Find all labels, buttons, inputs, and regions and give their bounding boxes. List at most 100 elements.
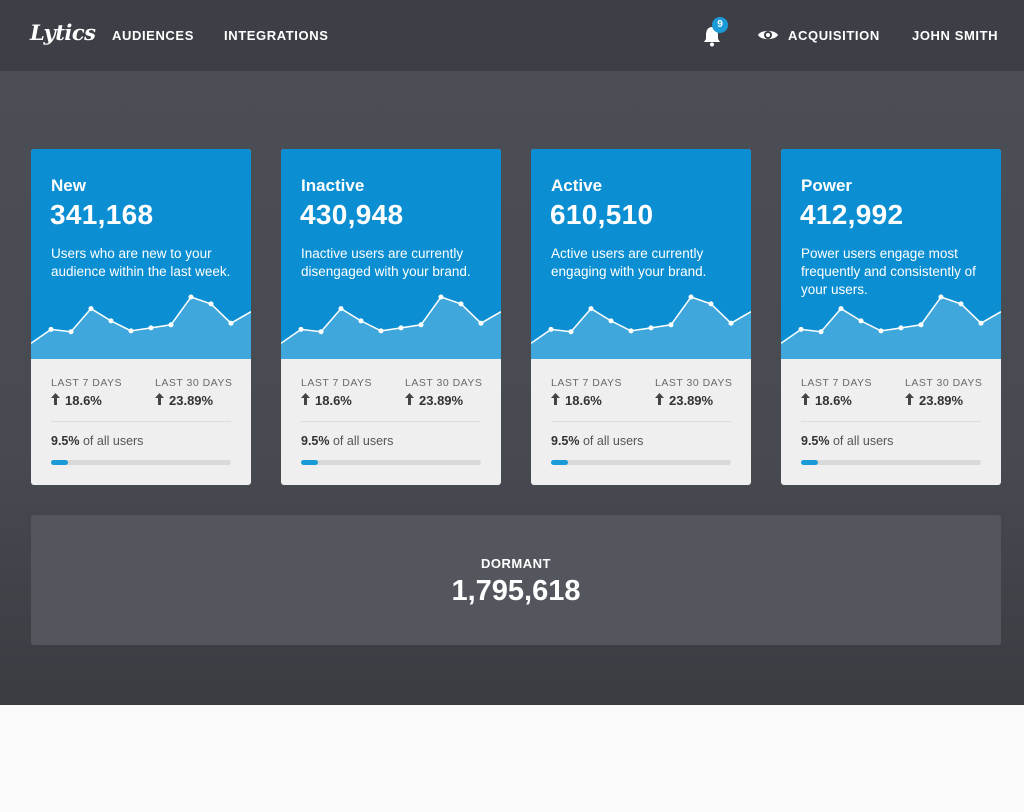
sparkline-point: [938, 294, 944, 300]
segment-name: New: [51, 176, 86, 195]
card-divider: [301, 421, 481, 422]
arrow-up-icon: [551, 393, 560, 405]
nav-integrations[interactable]: INTEGRATIONS: [224, 28, 328, 43]
segment-card-power[interactable]: Power 412,992 Power users engage most fr…: [781, 149, 1001, 485]
share-suffix: of all users: [832, 434, 894, 448]
card-divider: [801, 421, 981, 422]
sparkline-point: [208, 301, 214, 307]
sparkline-chart: [531, 294, 751, 359]
user-menu[interactable]: JOHN SMITH: [912, 28, 998, 43]
sparkline-point: [728, 320, 734, 326]
sparkline-point: [438, 294, 444, 300]
sparkline-point: [298, 326, 304, 332]
arrow-up-icon: [51, 393, 60, 405]
share-suffix: of all users: [82, 434, 144, 448]
share-suffix: of all users: [332, 434, 394, 448]
eye-icon[interactable]: [757, 28, 779, 42]
last-7-days-value: 18.6%: [565, 393, 602, 408]
share-value: 9.5%: [551, 434, 580, 448]
last-7-days-label: LAST 7 DAYS: [301, 377, 373, 389]
sparkline-point: [608, 318, 614, 324]
last-30-days-label: LAST 30 DAYS: [905, 377, 983, 389]
share-of-users: 9.5% of all users: [301, 434, 393, 448]
sparkline-chart: [31, 294, 251, 359]
share-progress-bar: [51, 460, 231, 465]
sparkline-point: [838, 306, 844, 312]
last-7-days-value: 18.6%: [815, 393, 852, 408]
segment-description: Active users are currently engaging with…: [551, 246, 707, 279]
card-header: New 341,168 Users who are new to your au…: [31, 149, 251, 359]
dormant-count: 1,795,618: [451, 575, 581, 607]
arrow-up-icon: [301, 393, 310, 405]
arrow-up-icon: [405, 393, 414, 405]
last-7-days-label: LAST 7 DAYS: [51, 377, 123, 389]
sparkline-point: [48, 326, 54, 332]
segment-name: Active: [551, 176, 603, 195]
sparkline-point: [548, 326, 554, 332]
share-progress-fill: [551, 460, 569, 465]
sparkline-point: [318, 329, 324, 335]
share-suffix: of all users: [582, 434, 644, 448]
sparkline-point: [708, 301, 714, 307]
sparkline-point: [648, 325, 654, 331]
sparkline-point: [148, 325, 154, 331]
sparkline-point: [918, 322, 924, 328]
sparkline-point: [418, 322, 424, 328]
card-divider: [51, 421, 231, 422]
sparkline-point: [798, 326, 804, 332]
arrow-up-icon: [155, 393, 164, 405]
last-30-days-value: 23.89%: [419, 393, 464, 408]
share-progress-fill: [51, 460, 69, 465]
card-divider: [551, 421, 731, 422]
segment-card-inactive[interactable]: Inactive 430,948 Inactive users are curr…: [281, 149, 501, 485]
last-30-days-value: 23.89%: [169, 393, 214, 408]
sparkline-area: [531, 297, 751, 359]
segment-count: 412,992: [800, 199, 904, 230]
share-progress-bar: [301, 460, 481, 465]
arrow-up-icon: [655, 393, 664, 405]
segment-count: 610,510: [550, 199, 654, 230]
sparkline-point: [398, 325, 404, 331]
share-of-users: 9.5% of all users: [551, 434, 643, 448]
lytics-logo[interactable]: Lytics: [30, 20, 96, 45]
sparkline-area: [281, 297, 501, 359]
segment-count: 341,168: [50, 199, 154, 230]
segment-name: Inactive: [301, 176, 365, 195]
sparkline-point: [378, 328, 384, 334]
share-value: 9.5%: [301, 434, 330, 448]
segment-card-active[interactable]: Active 610,510 Active users are currentl…: [531, 149, 751, 485]
top-navigation-bar: Lytics AUDIENCES INTEGRATIONS 9 ACQUISIT…: [0, 0, 1024, 71]
segment-description: Inactive users are currently disengaged …: [301, 246, 471, 279]
dormant-segment-panel[interactable]: DORMANT 1,795,618: [31, 515, 1001, 645]
share-progress-bar: [551, 460, 731, 465]
nav-acquisition[interactable]: ACQUISITION: [788, 28, 880, 43]
sparkline-point: [978, 320, 984, 326]
share-progress-fill: [801, 460, 819, 465]
last-7-days-value: 18.6%: [65, 393, 102, 408]
sparkline-area: [781, 297, 1001, 359]
segment-description: Users who are new to your audience withi…: [51, 246, 231, 279]
card-header: Power 412,992 Power users engage most fr…: [781, 149, 1001, 359]
sparkline-point: [668, 322, 674, 328]
sparkline-point: [458, 301, 464, 307]
share-of-users: 9.5% of all users: [801, 434, 893, 448]
segment-count: 430,948: [300, 199, 404, 230]
sparkline-point: [818, 329, 824, 335]
share-progress-fill: [301, 460, 319, 465]
sparkline-point: [478, 320, 484, 326]
sparkline-point: [128, 328, 134, 334]
last-30-days-value: 23.89%: [919, 393, 964, 408]
sparkline-point: [358, 318, 364, 324]
nav-audiences[interactable]: AUDIENCES: [112, 28, 194, 43]
sparkline-point: [338, 306, 344, 312]
last-7-days-label: LAST 7 DAYS: [801, 377, 873, 389]
last-30-days-value: 23.89%: [669, 393, 714, 408]
sparkline-point: [188, 294, 194, 300]
sparkline-point: [88, 306, 94, 312]
sparkline-chart: [781, 294, 1001, 359]
sparkline-area: [31, 297, 251, 359]
segment-card-new[interactable]: New 341,168 Users who are new to your au…: [31, 149, 251, 485]
share-progress-bar: [801, 460, 981, 465]
card-header: Active 610,510 Active users are currentl…: [531, 149, 751, 359]
last-7-days-value: 18.6%: [315, 393, 352, 408]
